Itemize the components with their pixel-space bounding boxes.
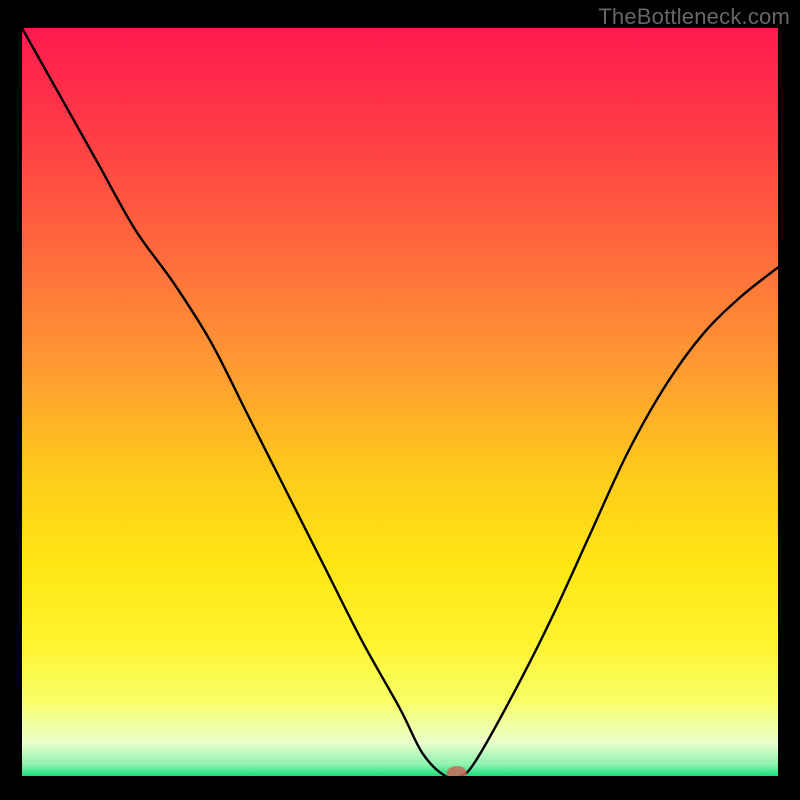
chart-frame: TheBottleneck.com xyxy=(0,0,800,800)
bottleneck-chart xyxy=(22,28,778,776)
plot-area xyxy=(22,28,778,776)
gradient-background xyxy=(22,28,778,776)
watermark-label: TheBottleneck.com xyxy=(598,4,790,30)
